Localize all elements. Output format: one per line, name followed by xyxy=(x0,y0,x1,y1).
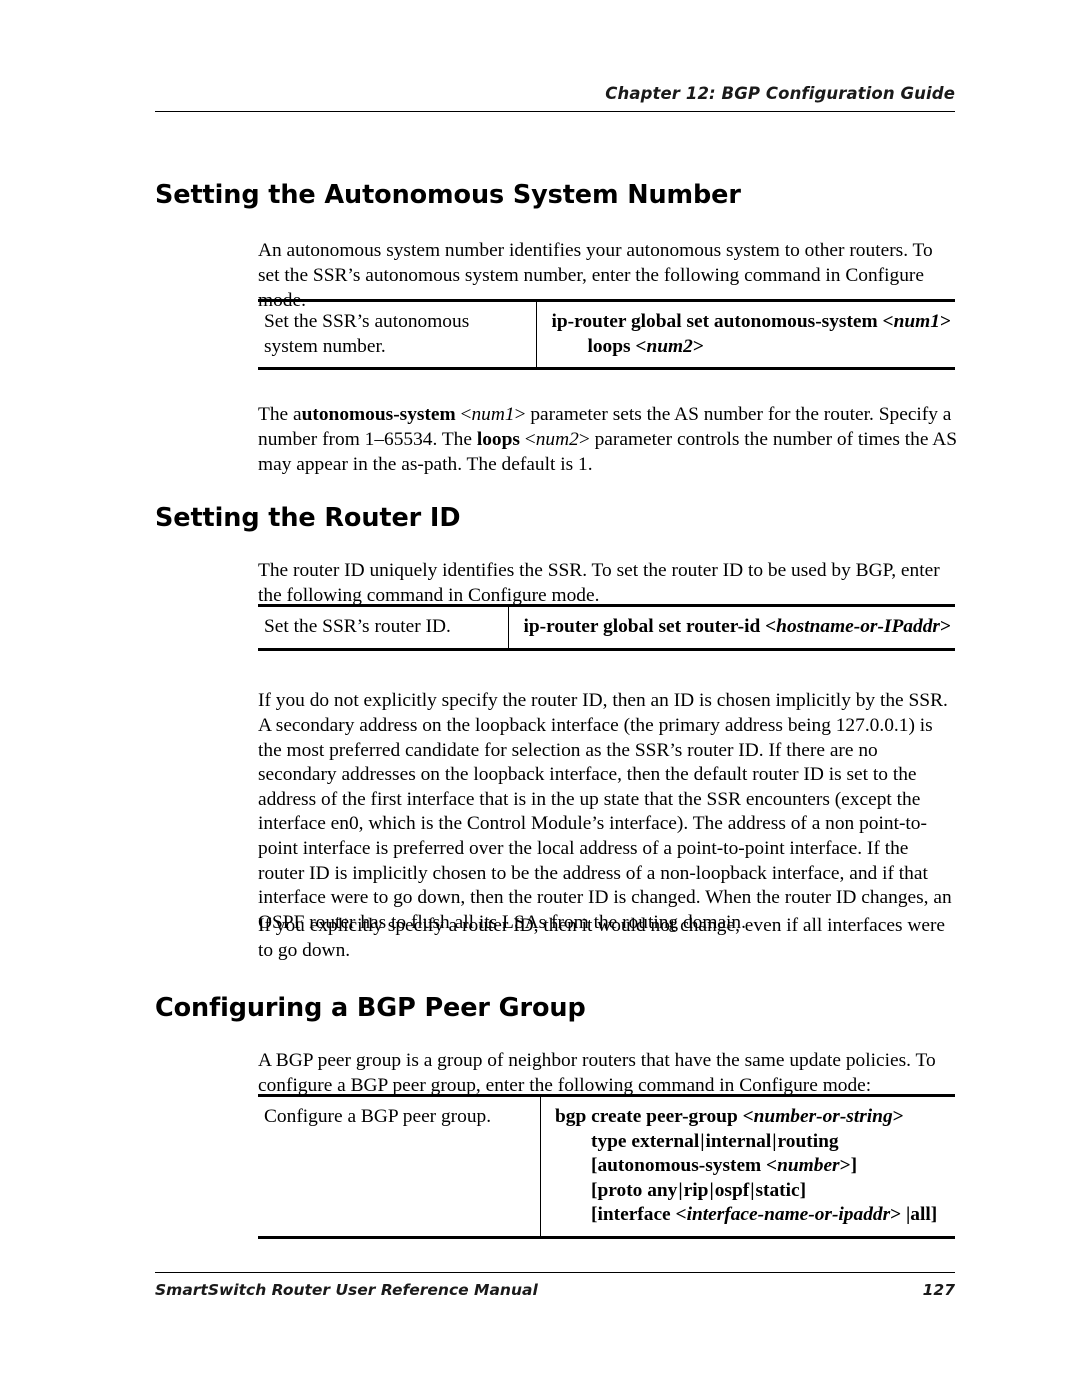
command-table-peer-group: Configure a BGP peer group. bgp create p… xyxy=(258,1094,955,1239)
table-row: Set the SSR’s router ID. ip-router globa… xyxy=(258,607,955,648)
command-line: type external|internal|routing xyxy=(591,1130,839,1152)
command-syntax: ip-router global set router-id <hostname… xyxy=(508,607,955,648)
document-page: Chapter 12: BGP Configuration Guide Sett… xyxy=(0,0,1080,1397)
command-line: [autonomous-system <number>] xyxy=(591,1155,858,1177)
table-row: Set the SSR’s autonomous system number. … xyxy=(258,302,955,368)
command-description: Configure a BGP peer group. xyxy=(264,1106,492,1127)
command-line: ip-router global set autonomous-system <… xyxy=(551,311,951,332)
running-header-chapter: Chapter 12: BGP Configuration Guide xyxy=(605,84,955,103)
paragraph-router-id-intro: The router ID uniquely identifies the SS… xyxy=(258,560,940,606)
command-description: Set the SSR’s router ID. xyxy=(264,616,451,637)
command-line: ip-router global set router-id <hostname… xyxy=(523,616,951,637)
command-line: bgp create peer-group <number-or-string> xyxy=(555,1106,904,1127)
section-heading-peer-group: Configuring a BGP Peer Group xyxy=(155,993,586,1024)
paragraph-router-id-explicit: If you explicitly specify a router ID, t… xyxy=(258,915,946,961)
section-heading-autonomous-system: Setting the Autonomous System Number xyxy=(155,180,741,211)
command-table-router-id: Set the SSR’s router ID. ip-router globa… xyxy=(258,604,955,651)
paragraph-peer-group-intro: A BGP peer group is a group of neighbor … xyxy=(258,1050,936,1096)
footer-page-number: 127 xyxy=(922,1281,955,1299)
paragraph-router-id-implicit: If you do not explicitly specify the rou… xyxy=(258,690,952,933)
command-table-autonomous-system: Set the SSR’s autonomous system number. … xyxy=(258,299,955,371)
table-row: Configure a BGP peer group. bgp create p… xyxy=(258,1097,955,1236)
paragraph-autonomous-system-description: The autonomous-system <num1> parameter s… xyxy=(258,404,958,475)
command-description: Set the SSR’s autonomous system number. xyxy=(264,311,470,357)
section-heading-router-id: Setting the Router ID xyxy=(155,503,461,534)
command-line: [interface <interface-name-or-ipaddr> |a… xyxy=(591,1204,938,1226)
command-line: [proto any|rip|ospf|static] xyxy=(591,1179,807,1201)
command-line: loops <num2> xyxy=(587,335,704,357)
header-divider-rule xyxy=(155,111,955,112)
footer-divider-rule xyxy=(155,1272,955,1273)
command-syntax: bgp create peer-group <number-or-string>… xyxy=(540,1097,955,1236)
command-syntax: ip-router global set autonomous-system <… xyxy=(536,302,955,368)
